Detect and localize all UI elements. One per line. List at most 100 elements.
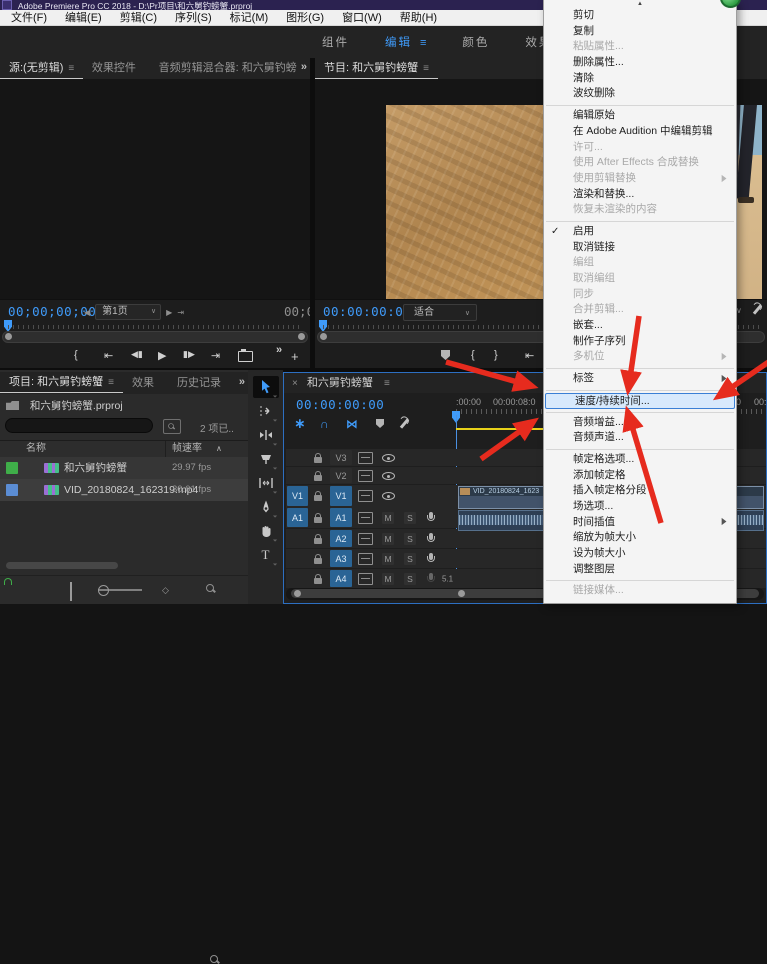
track-target-button[interactable]: A4 xyxy=(330,570,352,587)
track-output-eye-icon[interactable] xyxy=(382,454,395,462)
track-lock-icon[interactable] xyxy=(312,452,324,464)
context-menu-item[interactable]: ✓ 音频增益... ▶ xyxy=(544,415,736,431)
linked-selection-icon[interactable]: ⋈ xyxy=(346,417,358,431)
search-input[interactable] xyxy=(5,418,153,433)
context-menu-item[interactable]: ✓ 许可... ▶ xyxy=(544,140,736,156)
track-mute-button[interactable]: M xyxy=(382,573,394,585)
track-lock-icon[interactable] xyxy=(312,470,324,482)
workspace-tab[interactable]: 编辑≡ xyxy=(385,34,426,50)
track-output-eye-icon[interactable] xyxy=(382,472,395,480)
snap-magnet-icon[interactable]: ∩ xyxy=(320,417,329,431)
track-lock-icon[interactable] xyxy=(312,512,324,524)
project-breadcrumb[interactable]: 和六舅钓螃蟹.prproj xyxy=(6,398,123,414)
context-menu-item[interactable]: ✓ 标签 ▶ xyxy=(544,371,736,387)
mark-in-icon[interactable]: { xyxy=(74,349,78,361)
button-overflow-icon[interactable]: » xyxy=(276,344,282,356)
ripple-edit-tool[interactable] xyxy=(253,424,279,446)
hand-tool[interactable] xyxy=(253,520,279,542)
context-menu-item[interactable]: ✓ 编组 ▶ xyxy=(544,255,736,271)
page-dropdown[interactable]: 第1页 ∨ xyxy=(95,304,161,320)
menu-bar-item[interactable]: 图形(G) xyxy=(277,10,333,26)
track-target-button[interactable]: V2 xyxy=(330,468,352,483)
razor-tool[interactable] xyxy=(253,448,279,470)
sync-lock-icon[interactable] xyxy=(358,553,373,565)
mark-out-icon[interactable]: } xyxy=(494,349,498,361)
context-menu-item[interactable]: ✓ 场选项... ▶ xyxy=(544,499,736,515)
track-mute-button[interactable]: M xyxy=(382,533,394,545)
find-icon[interactable] xyxy=(163,419,181,434)
sync-lock-icon[interactable] xyxy=(358,470,373,482)
zoom-level-dropdown[interactable]: 适合 ∨ xyxy=(403,304,477,321)
icon-view-icon[interactable] xyxy=(70,583,72,601)
track-target-button[interactable]: V1 xyxy=(330,486,352,506)
scrollbar-left-handle[interactable] xyxy=(294,590,301,597)
sync-lock-icon[interactable] xyxy=(358,452,373,464)
scrollbar-mid-handle[interactable] xyxy=(458,590,465,597)
track-mute-button[interactable]: M xyxy=(382,512,394,524)
project-panel-tab[interactable]: 历史记录 xyxy=(168,374,235,393)
menu-bar-item[interactable]: 文件(F) xyxy=(2,10,56,26)
context-menu-item[interactable]: ✓ 插入帧定格分段 ▶ xyxy=(544,483,736,499)
track-solo-button[interactable]: S xyxy=(404,553,416,565)
label-color-chip[interactable] xyxy=(6,462,18,474)
context-menu-item[interactable]: ✓ 制作子序列 ▶ xyxy=(544,334,736,350)
selection-tool[interactable] xyxy=(253,376,279,398)
context-menu-item[interactable]: ✓ 多机位 ▶ xyxy=(544,349,736,365)
track-lock-icon[interactable] xyxy=(312,553,324,565)
workspace-tab[interactable]: 颜色 xyxy=(462,34,489,50)
context-menu-item[interactable]: ✓ 删除属性... ▶ xyxy=(544,55,736,71)
context-menu-item[interactable]: ✓ 链接媒体... ▶ xyxy=(544,583,736,599)
add-marker-icon[interactable] xyxy=(376,419,384,428)
menu-bar-item[interactable]: 窗口(W) xyxy=(333,10,391,26)
voiceover-mic-icon[interactable] xyxy=(426,553,436,565)
menu-scroll-up-icon[interactable]: ▲ xyxy=(544,0,736,8)
context-menu-item[interactable]: ✓ 渲染和替换... ▶ xyxy=(544,187,736,203)
menu-bar-item[interactable]: 序列(S) xyxy=(166,10,221,26)
mark-in-icon[interactable]: { xyxy=(471,349,475,361)
project-item-row[interactable]: 和六舅钓螃蟹 29.97 fps xyxy=(0,457,248,479)
voiceover-mic-icon[interactable] xyxy=(426,533,436,545)
track-output-eye-icon[interactable] xyxy=(382,492,395,500)
slip-tool[interactable] xyxy=(253,472,279,494)
track-mute-button[interactable]: M xyxy=(382,553,394,565)
context-menu-item[interactable]: ✓ 同步 ▶ xyxy=(544,287,736,303)
context-menu-item[interactable]: ✓ 设为帧大小 ▶ xyxy=(544,546,736,562)
context-menu-item[interactable]: ✓ 编辑原始 ▶ xyxy=(544,108,736,124)
context-menu-item[interactable]: ✓ 添加帧定格 ▶ xyxy=(544,468,736,484)
context-menu-item[interactable]: ✓ 恢复未渲染的内容 ▶ xyxy=(544,202,736,218)
context-menu-item[interactable]: ✓ 缩放为帧大小 ▶ xyxy=(544,530,736,546)
context-menu-item[interactable]: ✓ 清除 ▶ xyxy=(544,71,736,87)
page-prev-icon[interactable]: ◀ xyxy=(84,308,90,317)
page-end-icon[interactable]: ⇥ xyxy=(177,308,184,317)
track-solo-button[interactable]: S xyxy=(404,533,416,545)
context-menu-item[interactable]: ✓ 在 Adobe Audition 中编辑剪辑 ▶ xyxy=(544,124,736,140)
zoom-slider[interactable] xyxy=(98,583,148,595)
voiceover-mic-icon[interactable] xyxy=(426,512,436,524)
source-panel-tab[interactable]: 效果控件 xyxy=(83,59,150,78)
scrollbar-left-handle[interactable] xyxy=(320,333,327,340)
track-target-button[interactable]: A2 xyxy=(330,530,352,547)
context-menu-item[interactable]: ✓ 调整图层 ▶ xyxy=(544,562,736,578)
track-lock-icon[interactable] xyxy=(312,490,324,502)
context-menu-item[interactable]: ✓ 合并剪辑... ▶ xyxy=(544,302,736,318)
context-menu-item[interactable]: ✓ 使用 After Effects 合成替换 ▶ xyxy=(544,155,736,171)
source-panel-tab[interactable]: 音频剪辑混合器: 和六舅钓螃 xyxy=(150,59,310,78)
source-zoom-scrollbar[interactable] xyxy=(2,331,308,343)
menu-bar-item[interactable]: 剪辑(C) xyxy=(111,10,166,26)
sync-lock-icon[interactable] xyxy=(358,512,373,524)
tab-overflow-icon[interactable]: » xyxy=(301,61,307,73)
step-back-icon[interactable]: ◀▮ xyxy=(131,349,143,360)
play-icon[interactable]: ▶ xyxy=(158,349,166,362)
sync-lock-icon[interactable] xyxy=(358,490,373,502)
goto-in-icon[interactable]: ⇤ xyxy=(525,349,534,362)
menu-bar-item[interactable]: 帮助(H) xyxy=(391,10,446,26)
source-panel-tab[interactable]: 源:(无剪辑)≡ xyxy=(0,59,83,79)
context-menu-item[interactable]: ✓ 时间插值 ▶ xyxy=(544,515,736,531)
page-next-icon[interactable]: ▶ xyxy=(166,308,172,317)
context-menu-item[interactable]: ✓ 复制 ▶ xyxy=(544,24,736,40)
add-marker-icon[interactable] xyxy=(441,350,450,360)
track-solo-button[interactable]: S xyxy=(404,573,416,585)
track-target-button[interactable]: A1 xyxy=(330,508,352,527)
menu-bar-item[interactable]: 标记(M) xyxy=(221,10,278,26)
project-item-row[interactable]: VID_20180824_162319.mp4 30.01 fps xyxy=(0,479,248,501)
